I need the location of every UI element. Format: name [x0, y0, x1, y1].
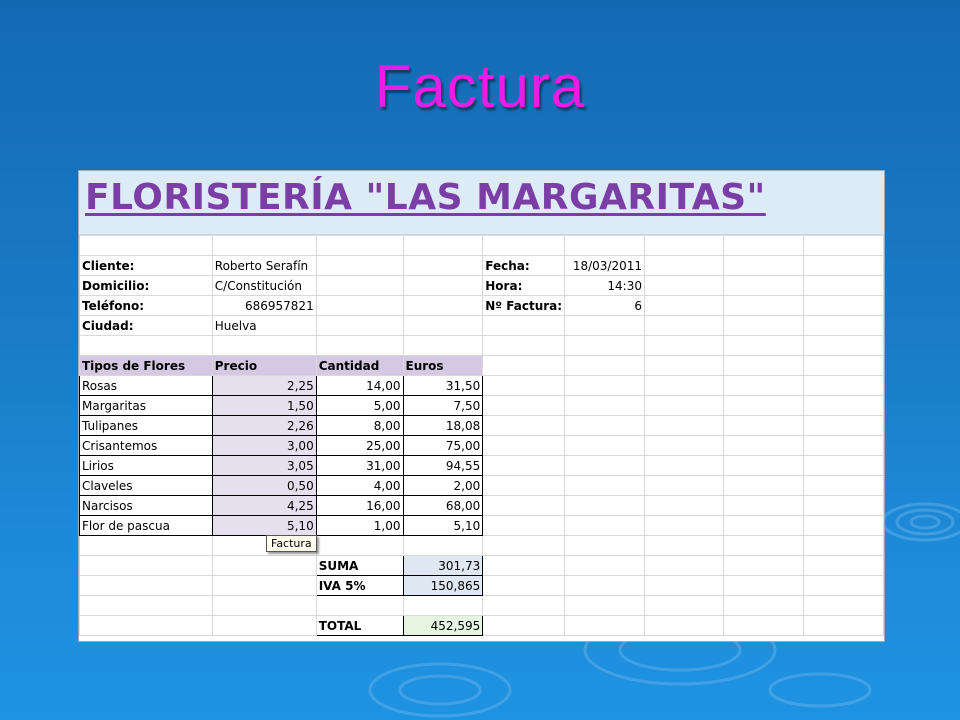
telefono-value[interactable]: 686957821	[211, 295, 317, 316]
fecha-label[interactable]: Fecha:	[482, 255, 566, 276]
table-row: Lirios 3,05 31,00 94,55	[79, 455, 885, 476]
flower-name[interactable]: Narcisos	[79, 495, 213, 516]
flower-cantidad[interactable]: 16,00	[315, 495, 404, 516]
numero-factura-value[interactable]: 6	[564, 295, 645, 316]
table-row: Flor de pascua 5,10 1,00 5,10	[79, 515, 885, 536]
table-row	[79, 235, 885, 256]
table-row: Ciudad: Huelva	[79, 315, 885, 336]
flower-euros[interactable]: 7,50	[402, 395, 484, 416]
flower-name[interactable]: Claveles	[79, 475, 213, 496]
flower-euros[interactable]: 5,10	[402, 515, 484, 536]
table-row: Cliente: Roberto Serafín Fecha: 18/03/20…	[79, 255, 885, 276]
table-row	[79, 535, 885, 556]
ciudad-value[interactable]: Huelva	[211, 315, 317, 336]
iva-label[interactable]: IVA 5%	[315, 575, 404, 596]
cliente-label[interactable]: Cliente:	[79, 255, 213, 276]
slide-title: Factura	[374, 53, 586, 120]
flower-cantidad[interactable]: 25,00	[315, 435, 404, 456]
table-row: Tulipanes 2,26 8,00 18,08	[79, 415, 885, 436]
flower-euros[interactable]: 75,00	[402, 435, 484, 456]
header-precio[interactable]: Precio	[211, 355, 317, 376]
table-row: SUMA 301,73	[79, 555, 885, 576]
flower-precio[interactable]: 0,50	[211, 475, 317, 496]
cell-tooltip: Factura	[266, 535, 317, 552]
flower-precio[interactable]: 4,25	[211, 495, 317, 516]
table-row: Margaritas 1,50 5,00 7,50	[79, 395, 885, 416]
flower-precio[interactable]: 3,00	[211, 435, 317, 456]
iva-value[interactable]: 150,865	[402, 575, 484, 596]
invoice-grid: Cliente: Roberto Serafín Fecha: 18/03/20…	[79, 235, 885, 636]
table-row: TOTAL 452,595	[79, 615, 885, 636]
table-row	[79, 335, 885, 356]
flower-cantidad[interactable]: 14,00	[315, 375, 404, 396]
ciudad-label[interactable]: Ciudad:	[79, 315, 213, 336]
header-tipos[interactable]: Tipos de Flores	[79, 355, 213, 376]
table-row: IVA 5% 150,865	[79, 575, 885, 596]
sheet-header: FLORISTERÍA "LAS MARGARITAS"	[79, 171, 884, 235]
flower-precio[interactable]: 5,10	[211, 515, 317, 536]
table-row	[79, 595, 885, 616]
flower-euros[interactable]: 18,08	[402, 415, 484, 436]
flower-name[interactable]: Tulipanes	[79, 415, 213, 436]
spreadsheet: FLORISTERÍA "LAS MARGARITAS" Cliente: Ro…	[78, 170, 885, 642]
suma-value[interactable]: 301,73	[402, 555, 484, 576]
cliente-value[interactable]: Roberto Serafín	[211, 255, 317, 276]
suma-label[interactable]: SUMA	[315, 555, 404, 576]
numero-factura-label[interactable]: Nº Factura:	[482, 295, 566, 316]
flower-cantidad[interactable]: 8,00	[315, 415, 404, 436]
flower-cantidad[interactable]: 5,00	[315, 395, 404, 416]
table-row: Rosas 2,25 14,00 31,50	[79, 375, 885, 396]
domicilio-label[interactable]: Domicilio:	[79, 275, 213, 296]
flower-precio[interactable]: 2,26	[211, 415, 317, 436]
flower-cantidad[interactable]: 31,00	[315, 455, 404, 476]
flowers-header-row: Tipos de Flores Precio Cantidad Euros	[79, 355, 885, 376]
table-row: Crisantemos 3,00 25,00 75,00	[79, 435, 885, 456]
flower-name[interactable]: Margaritas	[79, 395, 213, 416]
domicilio-value[interactable]: C/Constitución	[211, 275, 317, 296]
hora-label[interactable]: Hora:	[482, 275, 566, 296]
table-row: Domicilio: C/Constitución Hora: 14:30	[79, 275, 885, 296]
table-row: Teléfono: 686957821 Nº Factura: 6	[79, 295, 885, 316]
total-label[interactable]: TOTAL	[315, 615, 404, 636]
fecha-value[interactable]: 18/03/2011	[564, 255, 645, 276]
flower-name[interactable]: Crisantemos	[79, 435, 213, 456]
table-row: Narcisos 4,25 16,00 68,00	[79, 495, 885, 516]
flower-euros[interactable]: 68,00	[402, 495, 484, 516]
flower-cantidad[interactable]: 4,00	[315, 475, 404, 496]
flower-euros[interactable]: 31,50	[402, 375, 484, 396]
flower-precio[interactable]: 3,05	[211, 455, 317, 476]
header-cantidad[interactable]: Cantidad	[315, 355, 404, 376]
flower-euros[interactable]: 94,55	[402, 455, 484, 476]
hora-value[interactable]: 14:30	[564, 275, 645, 296]
flower-precio[interactable]: 1,50	[211, 395, 317, 416]
flower-name[interactable]: Lirios	[79, 455, 213, 476]
shop-name: FLORISTERÍA "LAS MARGARITAS"	[85, 177, 766, 218]
header-euros[interactable]: Euros	[402, 355, 484, 376]
total-value[interactable]: 452,595	[402, 615, 484, 636]
flower-cantidad[interactable]: 1,00	[315, 515, 404, 536]
flower-precio[interactable]: 2,25	[211, 375, 317, 396]
flower-name[interactable]: Flor de pascua	[79, 515, 213, 536]
table-row: Claveles 0,50 4,00 2,00	[79, 475, 885, 496]
telefono-label[interactable]: Teléfono:	[79, 295, 213, 316]
flower-name[interactable]: Rosas	[79, 375, 213, 396]
flower-euros[interactable]: 2,00	[402, 475, 484, 496]
